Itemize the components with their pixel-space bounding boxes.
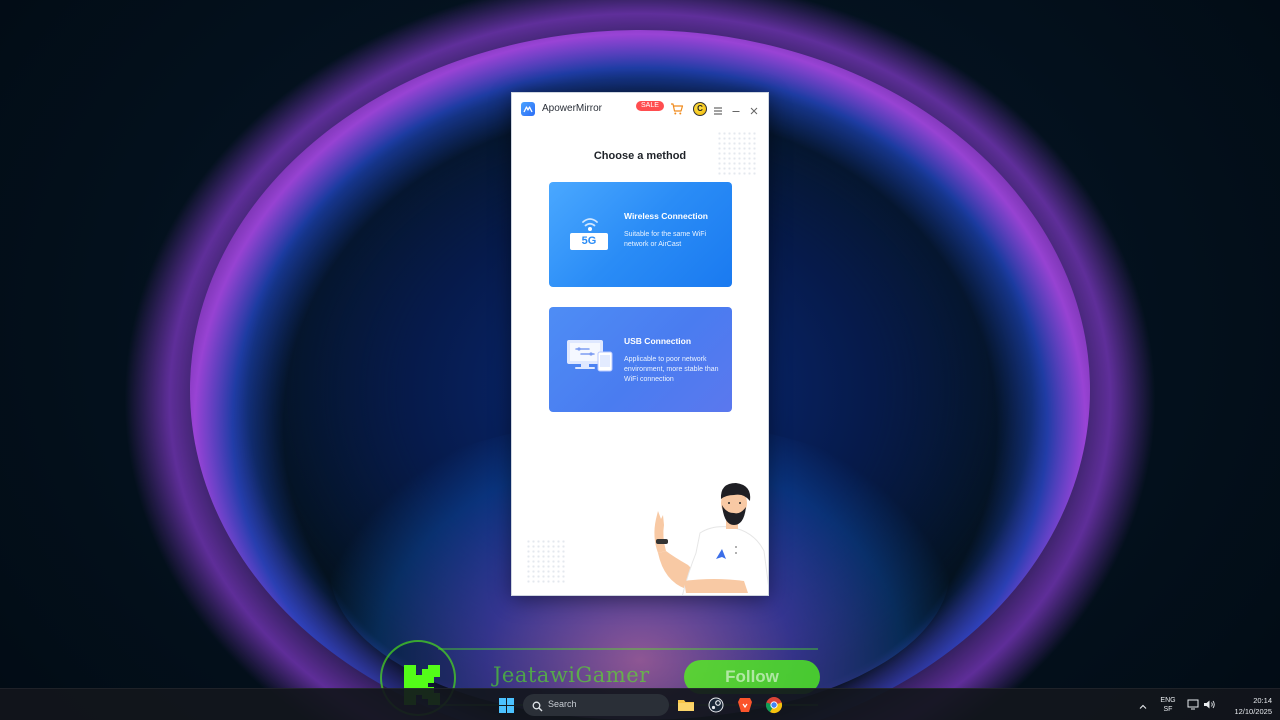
file-explorer-icon[interactable] [677, 696, 695, 714]
vip-crown-icon[interactable]: C [693, 102, 707, 116]
search-icon [532, 699, 543, 712]
streamer-name: JeatawiGamer [493, 663, 650, 687]
wireless-connection-title: Wireless Connection [624, 211, 708, 221]
apowermirror-window: ApowerMirror SALE C Choose a method 5G W… [511, 92, 769, 596]
language-indicator[interactable]: ENG SF [1157, 696, 1179, 714]
steam-icon[interactable] [707, 696, 725, 714]
wireless-connection-description: Suitable for the same WiFi network or Ai… [624, 231, 707, 248]
app-title: ApowerMirror [542, 103, 603, 114]
tray-chevron-up-icon[interactable] [1138, 699, 1148, 709]
keyboard-layout: SF [1163, 706, 1173, 713]
clock-time: 20:14 [1253, 696, 1272, 705]
title-bar[interactable]: ApowerMirror SALE C [512, 93, 768, 127]
wireless-connection-card[interactable]: 5G Wireless Connection Suitable for the … [549, 182, 732, 287]
network-icon[interactable] [1187, 698, 1200, 711]
usb-connection-description: Applicable to poor network environment, … [624, 356, 719, 383]
cart-icon[interactable] [670, 102, 684, 116]
5g-label: 5G [581, 235, 597, 247]
taskbar: Search ENG SF 20:14 12/10/2025 [0, 688, 1280, 720]
brave-icon[interactable] [736, 696, 754, 714]
apowermirror-logo-icon [521, 102, 535, 116]
wifi-5g-icon: 5G [567, 212, 613, 256]
close-button[interactable] [749, 103, 759, 115]
usb-devices-icon [567, 337, 613, 381]
taskbar-clock[interactable]: 20:14 12/10/2025 [1222, 695, 1272, 717]
volume-icon[interactable] [1203, 698, 1216, 711]
usb-connection-title: USB Connection [624, 336, 692, 346]
usb-connection-card[interactable]: USB Connection Applicable to poor networ… [549, 307, 732, 412]
start-icon[interactable] [499, 698, 514, 713]
sale-badge[interactable]: SALE [636, 101, 664, 111]
decorative-dots [526, 539, 566, 583]
minimize-button[interactable] [731, 103, 741, 113]
search-placeholder: Search [548, 699, 577, 709]
man-waving-illustration [644, 481, 768, 595]
page-title: Choose a method [593, 150, 687, 162]
taskbar-search-box[interactable]: Search [523, 694, 669, 716]
language-code: ENG [1160, 697, 1176, 704]
chrome-icon[interactable] [765, 696, 783, 714]
menu-icon[interactable] [713, 103, 723, 115]
clock-date: 12/10/2025 [1234, 707, 1272, 716]
